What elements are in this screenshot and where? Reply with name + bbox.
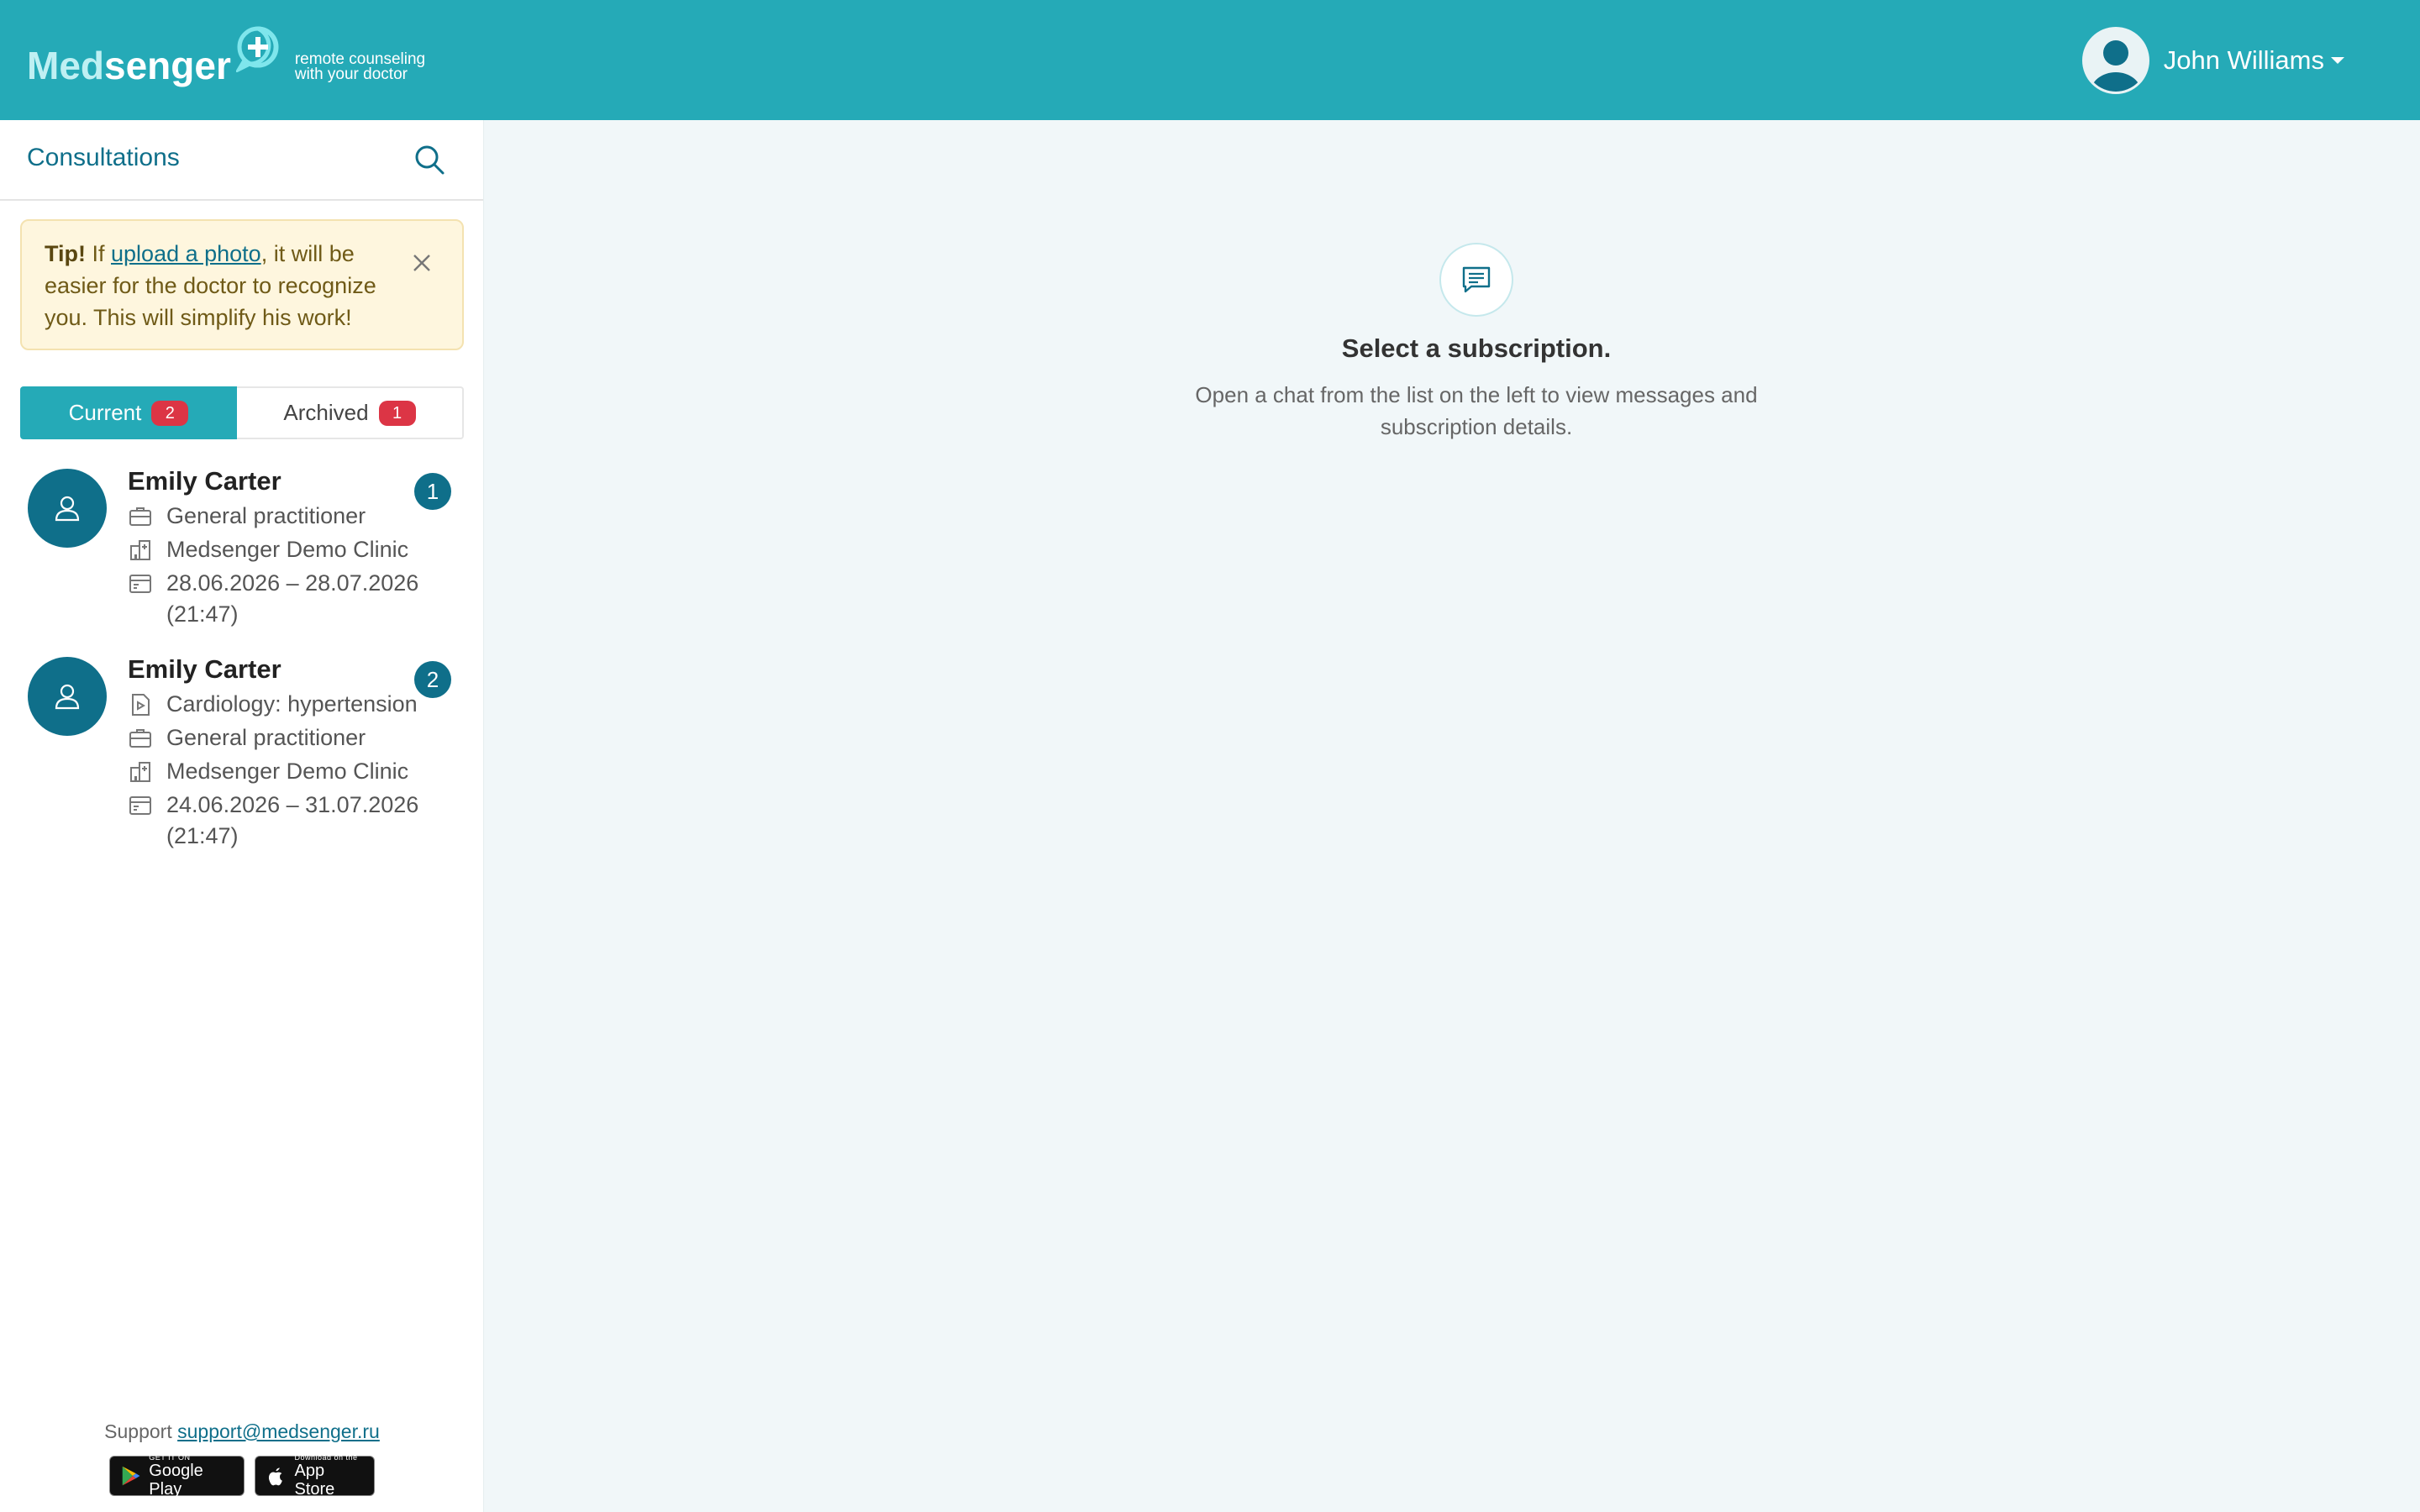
- main-panel: Select a subscription. Open a chat from …: [485, 120, 2420, 1512]
- doctor-avatar: [28, 657, 107, 736]
- brand-prefix: Med: [27, 44, 104, 87]
- user-name: John Williams: [2163, 45, 2324, 75]
- calendar-card-icon: [129, 796, 151, 815]
- sidebar: Consultations Tip! If upload a photo, it…: [0, 120, 484, 1512]
- google-play-icon: [122, 1466, 140, 1486]
- subscription-tabs: Current 2 Archived 1: [20, 386, 464, 439]
- support-footer: Support support@medsenger.ru: [0, 1420, 484, 1443]
- clinic-name: Medsenger Demo Clinic: [166, 759, 409, 784]
- app-store-small: Download on the: [294, 1453, 358, 1462]
- sidebar-title: Consultations: [27, 144, 180, 171]
- sidebar-header: Consultations: [0, 120, 483, 201]
- tab-archived[interactable]: Archived 1: [237, 386, 464, 439]
- empty-title: Select a subscription.: [1341, 333, 1612, 363]
- close-icon[interactable]: [412, 253, 432, 273]
- brand-suffix: senger: [104, 44, 231, 87]
- clinic-name: Medsenger Demo Clinic: [166, 537, 409, 562]
- user-menu[interactable]: John Williams: [2081, 27, 2344, 94]
- top-header: Medsenger remote counseling with your do…: [0, 0, 2420, 120]
- tip-label: Tip!: [45, 241, 86, 266]
- chat-plus-icon: [235, 26, 279, 72]
- tab-current-badge: 2: [151, 400, 189, 426]
- document-play-icon: [132, 694, 150, 716]
- medsenger-logo[interactable]: Medsenger remote counseling with your do…: [27, 26, 425, 94]
- unread-count-badge: 2: [414, 661, 451, 698]
- app-store-button[interactable]: Download on the App Store: [255, 1453, 375, 1499]
- chat-circle: [1439, 243, 1513, 317]
- app-store-big: App Store: [294, 1462, 335, 1499]
- chat-icon: [1462, 266, 1491, 293]
- person-icon: [55, 684, 80, 710]
- briefcase-icon: [129, 729, 151, 748]
- tab-archived-badge: 1: [378, 400, 416, 426]
- caret-down-icon: [2331, 57, 2344, 64]
- subscription-item[interactable]: Emily Carter 2 Cardiology: hypertension …: [0, 653, 484, 888]
- empty-state: Select a subscription. Open a chat from …: [930, 243, 2023, 443]
- google-play-small: GET IT ON: [149, 1453, 191, 1462]
- tab-archived-label: Archived: [283, 400, 369, 425]
- briefcase-icon: [129, 507, 151, 526]
- doctor-avatar: [28, 469, 107, 548]
- upload-photo-link[interactable]: upload a photo: [111, 241, 261, 266]
- subscription-dates: 28.06.2026 – 28.07.2026 (21:47): [166, 570, 419, 627]
- person-icon: [55, 496, 80, 522]
- user-avatar-icon: [2081, 27, 2149, 94]
- tip-text-before: If: [86, 241, 112, 266]
- google-play-button[interactable]: GET IT ON Google Play: [109, 1453, 245, 1499]
- tab-current[interactable]: Current 2: [20, 386, 237, 439]
- subscription-dates: 24.06.2026 – 31.07.2026 (21:47): [166, 792, 419, 848]
- support-label: Support: [104, 1420, 172, 1442]
- tab-current-label: Current: [68, 400, 142, 425]
- photo-tip-alert: Tip! If upload a photo, it will be easie…: [20, 219, 464, 350]
- subscription-item[interactable]: Emily Carter 1 General practitioner Meds…: [0, 456, 484, 653]
- unread-count-badge: 1: [414, 473, 451, 510]
- empty-text-line2: subscription details.: [1380, 414, 1573, 439]
- doctor-specialty: General practitioner: [166, 503, 366, 528]
- subscription-list: Emily Carter 1 General practitioner Meds…: [0, 456, 484, 888]
- app-store-badges: GET IT ON Google Play Download on the Ap…: [109, 1453, 375, 1499]
- support-email-link[interactable]: support@medsenger.ru: [177, 1420, 380, 1442]
- doctor-specialty: General practitioner: [166, 725, 366, 750]
- search-icon[interactable]: [413, 144, 445, 176]
- monitoring-program: Cardiology: hypertension: [166, 691, 418, 717]
- tagline-line2: with your doctor: [294, 66, 408, 83]
- hospital-icon: [130, 762, 150, 782]
- hospital-icon: [130, 540, 150, 560]
- google-play-big: Google Play: [149, 1462, 203, 1499]
- calendar-card-icon: [129, 575, 151, 593]
- apple-icon: [268, 1467, 282, 1486]
- empty-text-line1: Open a chat from the list on the left to…: [1195, 382, 1758, 407]
